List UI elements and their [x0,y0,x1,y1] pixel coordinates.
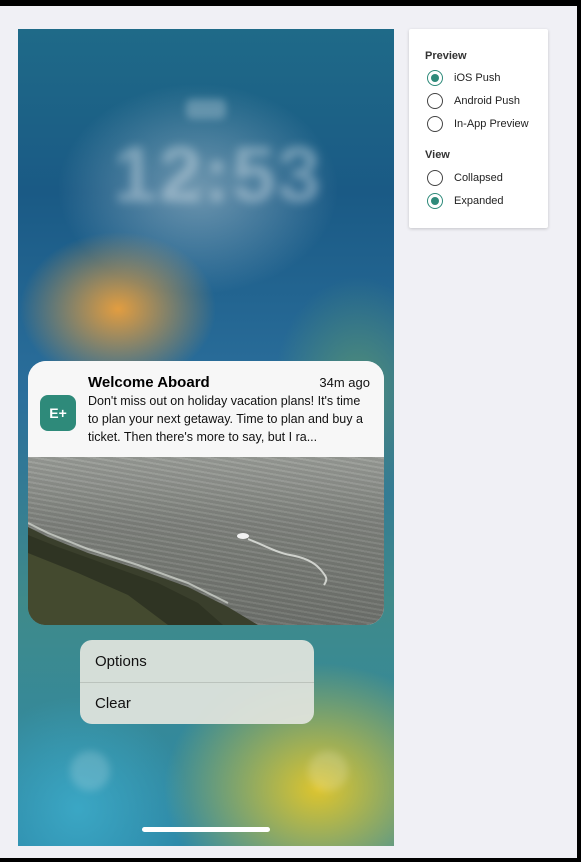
window-bottom-edge [0,858,581,862]
coastline-boat-illustration [28,522,328,625]
notification-context-menu: Options Clear [80,640,314,724]
radio-button-icon[interactable] [427,93,443,109]
radio-label: Android Push [454,95,521,107]
radio-label: In-App Preview [454,118,529,130]
window-top-edge [0,0,581,6]
radio-button-icon[interactable] [427,70,443,86]
radio-button-icon[interactable] [427,170,443,186]
radio-android-push[interactable]: Android Push [427,92,520,110]
radio-label: Expanded [454,195,504,207]
options-menu-item[interactable]: Options [80,640,314,682]
notification-header: E+ Welcome Aboard 34m ago Don't miss out… [28,361,384,457]
view-section-title: View [425,149,450,161]
radio-expanded[interactable]: Expanded [427,192,504,210]
preview-settings-panel: Preview iOS Push Android Push In-App Pre… [409,29,548,228]
radio-collapsed[interactable]: Collapsed [427,169,503,187]
blurred-clock: 12:53 [113,130,323,218]
push-notification[interactable]: E+ Welcome Aboard 34m ago Don't miss out… [28,361,384,625]
radio-label: iOS Push [454,72,501,84]
clear-menu-item[interactable]: Clear [80,682,314,724]
radio-ios-push[interactable]: iOS Push [427,69,500,87]
preview-section-title: Preview [425,50,467,62]
notification-time: 34m ago [319,375,370,390]
notification-image [28,457,384,625]
radio-button-icon[interactable] [427,116,443,132]
home-indicator [142,827,270,832]
radio-button-icon[interactable] [427,193,443,209]
blurred-flashlight-icon [70,751,110,791]
ios-lockscreen-preview: 12:53 E+ Welcome Aboard 34m ago Don't mi… [18,29,394,846]
radio-label: Collapsed [454,172,503,184]
radio-in-app-preview[interactable]: In-App Preview [427,115,529,133]
blurred-lock-icon [186,99,226,119]
notification-body: Don't miss out on holiday vacation plans… [88,394,363,444]
blurred-camera-icon [308,751,348,791]
window-right-edge [577,0,581,862]
app-icon: E+ [40,395,76,431]
notification-title: Welcome Aboard [88,374,210,391]
